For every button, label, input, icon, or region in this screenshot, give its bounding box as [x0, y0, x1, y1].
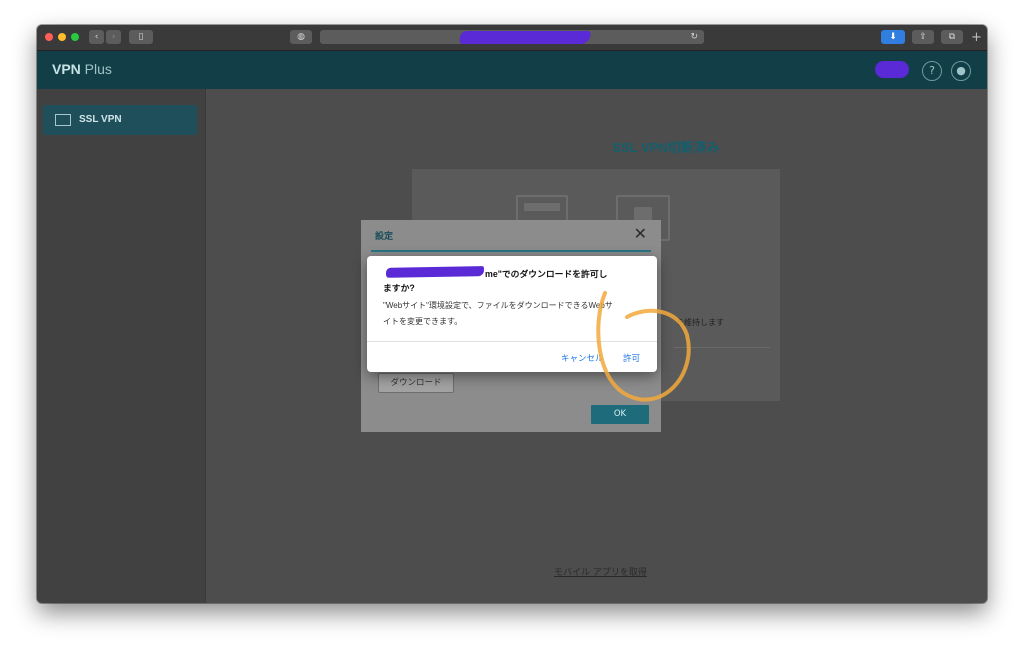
- panel-divider: [674, 347, 770, 348]
- page-title: SSL VPN切断済み: [612, 140, 720, 155]
- browser-window: ‹ › ▯ ◍ ↻ ⬇ ⇪ ⧉ + VPN Plus ? ● SSL VPN S…: [37, 25, 987, 603]
- back-button[interactable]: ‹: [89, 30, 104, 44]
- brand-bold: VPN: [52, 61, 81, 77]
- close-icon[interactable]: ✕: [634, 224, 647, 243]
- share-icon[interactable]: ⇪: [912, 30, 934, 44]
- close-window-button[interactable]: [45, 33, 53, 41]
- zoom-window-button[interactable]: [71, 33, 79, 41]
- alert-message: "Webサイト"環境設定で、ファイルをダウンロードできるWebサ: [383, 301, 613, 310]
- allow-button[interactable]: 許可: [623, 352, 640, 364]
- dialog-title: 設定: [375, 232, 394, 242]
- forward-button[interactable]: ›: [106, 30, 121, 44]
- brand-rest: Plus: [80, 61, 112, 77]
- account-icon[interactable]: ●: [951, 61, 971, 81]
- download-permission-alert: me"でのダウンロードを許可し ますか? "Webサイト"環境設定で、ファイルを…: [367, 256, 657, 372]
- ok-button[interactable]: OK: [591, 405, 649, 424]
- alert-title: me"でのダウンロードを許可し: [485, 269, 608, 279]
- app-logo: VPN Plus: [52, 61, 112, 77]
- redacted-site-name: [385, 266, 485, 278]
- new-tab-icon[interactable]: +: [971, 31, 982, 45]
- mobile-app-link[interactable]: モバイル アプリを取得: [554, 565, 647, 578]
- browser-toolbar: ‹ › ▯ ◍ ↻ ⬇ ⇪ ⧉ +: [37, 25, 987, 51]
- alert-message-continued: イトを変更できます。: [383, 317, 463, 326]
- help-icon[interactable]: ?: [922, 61, 942, 81]
- cancel-button[interactable]: キャンセル: [561, 352, 604, 364]
- sidebar-item-ssl-vpn[interactable]: SSL VPN: [43, 105, 197, 135]
- sidebar-icon[interactable]: ▯: [129, 30, 153, 44]
- keep-connection-text: を維持します: [676, 318, 724, 327]
- minimize-window-button[interactable]: [58, 33, 66, 41]
- privacy-report-icon[interactable]: ◍: [290, 30, 312, 44]
- app-header: VPN Plus ? ●: [37, 51, 987, 89]
- dialog-divider: [371, 250, 651, 252]
- downloads-icon[interactable]: ⬇: [881, 30, 905, 44]
- tab-overview-icon[interactable]: ⧉: [941, 30, 963, 44]
- download-button[interactable]: ダウンロード: [378, 373, 454, 393]
- reload-icon[interactable]: ↻: [690, 30, 698, 44]
- redacted-url: [459, 31, 591, 44]
- redacted-user-name: [875, 61, 909, 78]
- sidebar: SSL VPN: [37, 89, 205, 603]
- sidebar-item-label: SSL VPN: [79, 114, 122, 125]
- alert-divider: [367, 341, 657, 342]
- network-icon: [55, 114, 71, 126]
- alert-title-continued: ますか?: [383, 283, 415, 293]
- address-bar[interactable]: ↻: [320, 30, 704, 44]
